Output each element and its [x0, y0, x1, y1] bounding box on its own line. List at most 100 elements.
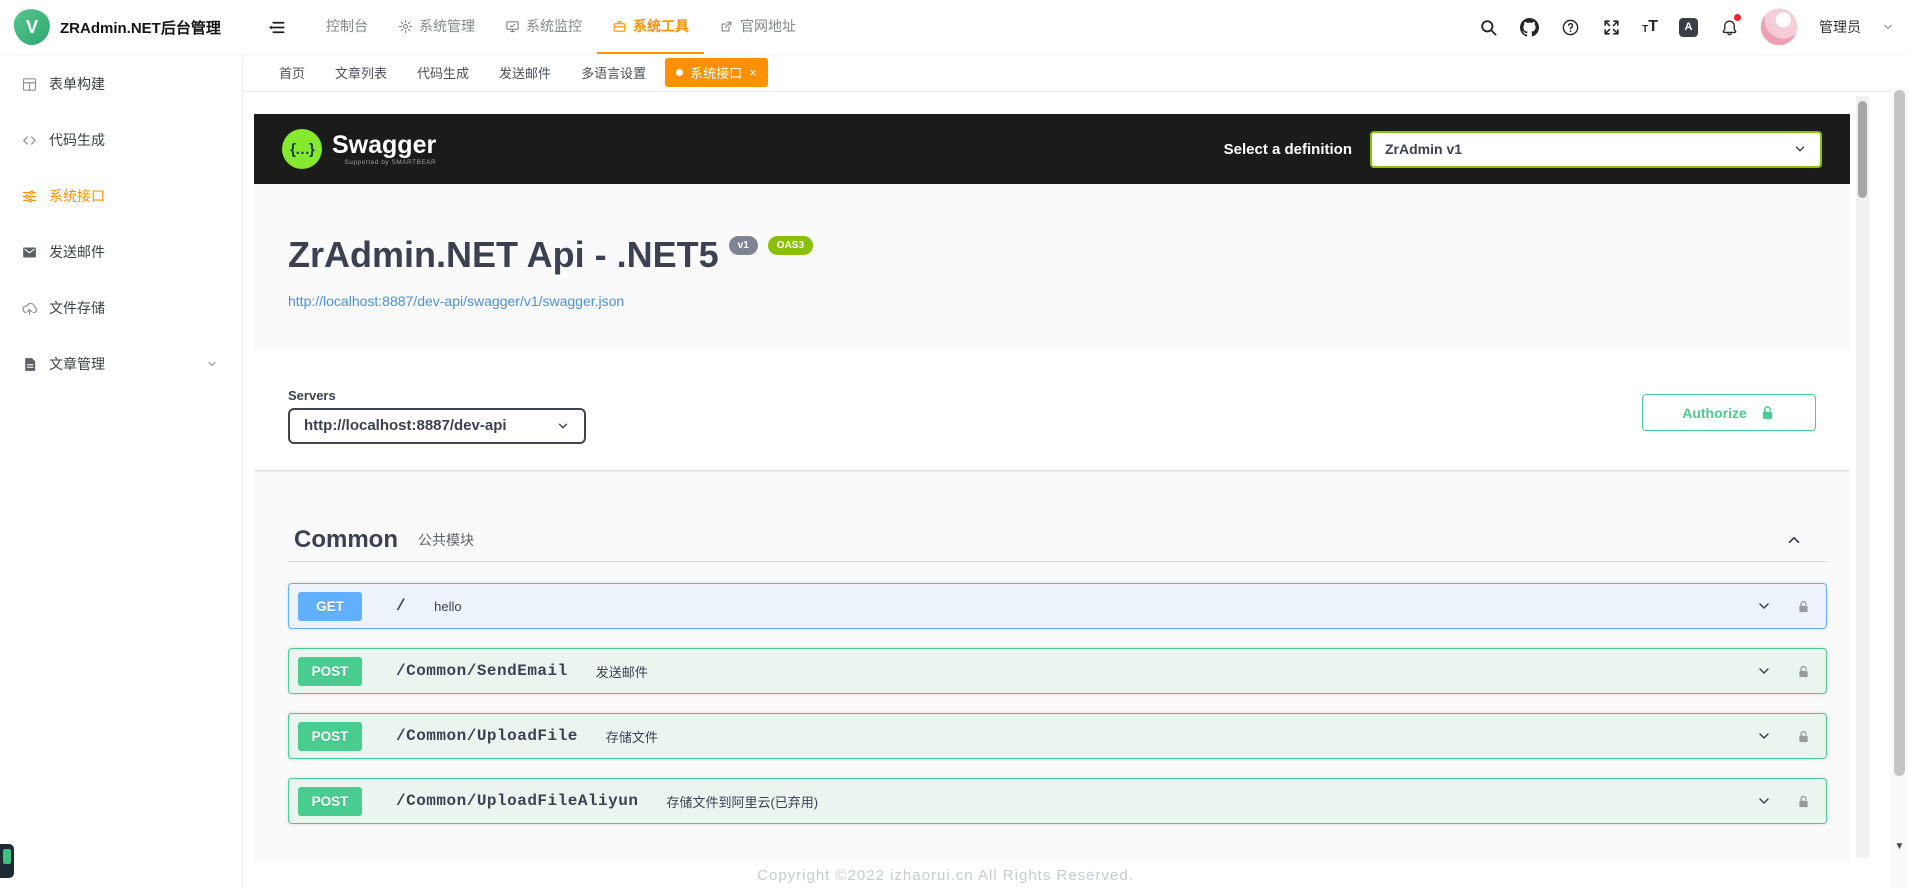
nav-item-console[interactable]: 控制台	[311, 0, 383, 54]
avatar[interactable]	[1760, 8, 1798, 46]
help-icon[interactable]	[1560, 17, 1580, 37]
swagger-panel: {…} Swagger Supported by SMARTBEAR Selec…	[254, 114, 1850, 862]
endpoint-controls	[1756, 663, 1811, 679]
nav-item-label: 系统工具	[633, 16, 689, 36]
spec-url-link[interactable]: http://localhost:8887/dev-api/swagger/v1…	[288, 293, 624, 309]
content-scrollbar[interactable]	[1856, 96, 1869, 858]
endpoint-controls	[1756, 793, 1811, 809]
tab-code-generation[interactable]: 代码生成	[406, 58, 480, 87]
chevron-down-icon[interactable]	[1756, 793, 1772, 809]
endpoint-row-get-hello[interactable]: GET / hello	[288, 583, 1827, 629]
nav-item-label: 系统管理	[419, 16, 475, 36]
swagger-logo: {…} Swagger Supported by SMARTBEAR	[282, 129, 436, 169]
server-select-value: http://localhost:8887/dev-api	[304, 417, 507, 434]
sidebar-item-label: 文件存储	[49, 298, 105, 318]
sidebar-item-system-api[interactable]: 系统接口	[0, 168, 242, 224]
cloud-upload-icon	[21, 300, 38, 317]
swagger-brand-text: Swagger	[332, 132, 436, 158]
page-scrollbar[interactable]: ▼	[1891, 88, 1908, 888]
tag-section: Common 公共模块 GET / hello	[254, 518, 1850, 824]
chevron-down-icon[interactable]	[1882, 21, 1894, 33]
servers-label: Servers	[288, 388, 586, 403]
unlock-icon[interactable]	[1796, 794, 1811, 809]
oas3-badge: OAS3	[768, 236, 813, 255]
sidebar-item-code-generation[interactable]: 代码生成	[0, 112, 242, 168]
method-badge: GET	[298, 592, 362, 621]
fullscreen-icon[interactable]	[1601, 17, 1621, 37]
app-logo-area[interactable]: V ZRAdmin.NET后台管理	[0, 0, 243, 54]
swagger-logo-icon: {…}	[282, 129, 322, 169]
tab-home[interactable]: 首页	[268, 58, 316, 87]
app-title: ZRAdmin.NET后台管理	[60, 17, 221, 38]
tab-send-email[interactable]: 发送邮件	[488, 58, 562, 87]
close-icon[interactable]: ×	[749, 66, 757, 79]
docked-widget[interactable]	[0, 844, 14, 878]
tab-multilanguage[interactable]: 多语言设置	[570, 58, 657, 87]
code-icon	[21, 132, 38, 149]
tab-label: 代码生成	[417, 66, 469, 81]
version-badge: v1	[729, 236, 758, 255]
gear-icon	[398, 19, 413, 34]
sidebar-item-label: 表单构建	[49, 74, 105, 94]
username[interactable]: 管理员	[1819, 17, 1861, 37]
sidebar-item-send-email[interactable]: 发送邮件	[0, 224, 242, 280]
sidebar-item-file-storage[interactable]: 文件存储	[0, 280, 242, 336]
api-title-text: ZrAdmin.NET Api - .NET5	[288, 234, 719, 276]
sidebar: 表单构建 代码生成 系统接口	[0, 54, 243, 888]
content-scrollbar-thumb[interactable]	[1858, 101, 1867, 198]
unlock-icon[interactable]	[1796, 664, 1811, 679]
unlock-icon[interactable]	[1796, 599, 1811, 614]
tag-description: 公共模块	[418, 530, 474, 550]
top-navigation: 控制台 系统管理 系统监控	[311, 0, 811, 54]
nav-item-official-site[interactable]: 官网地址	[704, 0, 811, 54]
collapse-sidebar-icon[interactable]	[259, 0, 293, 54]
external-link-icon	[719, 19, 734, 34]
endpoint-row-upload-file-aliyun[interactable]: POST /Common/UploadFileAliyun 存储文件到阿里云(已…	[288, 778, 1827, 824]
search-icon[interactable]	[1478, 17, 1498, 37]
tag-header[interactable]: Common 公共模块	[288, 518, 1827, 562]
form-icon	[21, 76, 38, 93]
header-actions: TT A 管理员	[1478, 8, 1908, 46]
bell-icon[interactable]	[1719, 17, 1739, 37]
swagger-brand: Swagger Supported by SMARTBEAR	[332, 132, 436, 165]
sidebar-item-label: 发送邮件	[49, 242, 105, 262]
tab-label: 系统接口	[690, 63, 742, 82]
definition-select[interactable]: ZrAdmin v1	[1370, 131, 1822, 168]
nav-item-system-monitor[interactable]: 系统监控	[490, 0, 597, 54]
chevron-down-icon[interactable]	[1756, 663, 1772, 679]
chevron-down-icon[interactable]	[1756, 728, 1772, 744]
font-size-icon[interactable]: TT	[1642, 19, 1658, 35]
chevron-down-icon[interactable]	[1756, 598, 1772, 614]
tab-label: 首页	[279, 66, 305, 81]
endpoint-row-upload-file[interactable]: POST /Common/UploadFile 存储文件	[288, 713, 1827, 759]
endpoint-path: /Common/UploadFile	[396, 727, 578, 745]
sidebar-item-article-management[interactable]: 文章管理	[0, 336, 242, 392]
chevron-up-icon[interactable]	[1785, 531, 1803, 549]
tab-article-list[interactable]: 文章列表	[324, 58, 398, 87]
active-dot	[676, 69, 683, 76]
server-select[interactable]: http://localhost:8887/dev-api	[288, 408, 586, 444]
docked-widget-icon	[3, 849, 11, 864]
nav-item-label: 控制台	[326, 16, 368, 36]
notification-dot	[1734, 14, 1741, 21]
sidebar-item-label: 文章管理	[49, 354, 105, 374]
unlock-icon[interactable]	[1796, 729, 1811, 744]
scroll-down-arrow[interactable]: ▼	[1891, 838, 1908, 854]
nav-item-system-management[interactable]: 系统管理	[383, 0, 490, 54]
endpoint-row-send-email[interactable]: POST /Common/SendEmail 发送邮件	[288, 648, 1827, 694]
app-window: V ZRAdmin.NET后台管理 控制台 系统管理	[0, 0, 1908, 888]
tabs-bar: 首页 文章列表 代码生成 发送邮件 多语言设置 系统接口 ×	[243, 54, 1908, 92]
translate-icon[interactable]: A	[1679, 18, 1698, 37]
chevron-down-icon	[1793, 142, 1807, 156]
sidebar-item-form-builder[interactable]: 表单构建	[0, 56, 242, 112]
nav-item-system-tools[interactable]: 系统工具	[597, 0, 704, 54]
tab-system-api[interactable]: 系统接口 ×	[665, 58, 768, 87]
method-badge: POST	[298, 787, 362, 816]
definition-selector-area: Select a definition ZrAdmin v1	[1224, 131, 1822, 168]
chevron-down-icon	[206, 358, 218, 370]
github-icon[interactable]	[1519, 17, 1539, 37]
endpoint-controls	[1756, 728, 1811, 744]
definition-select-value: ZrAdmin v1	[1385, 141, 1462, 157]
authorize-button[interactable]: Authorize	[1642, 394, 1816, 431]
page-scrollbar-thumb[interactable]	[1894, 90, 1905, 776]
